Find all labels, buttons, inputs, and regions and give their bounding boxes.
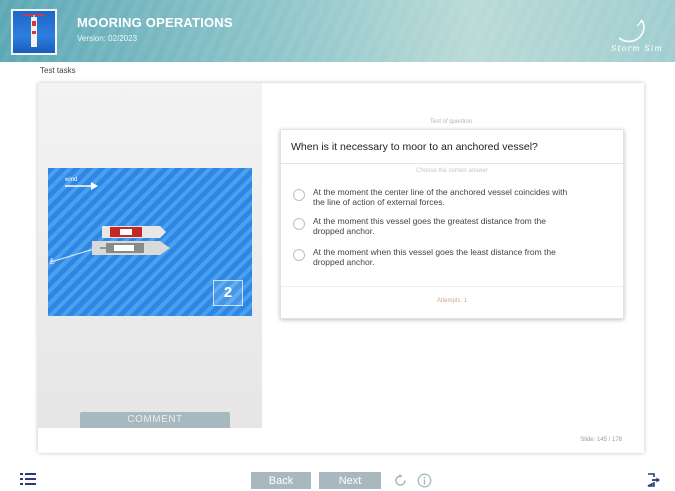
- brand-name: Storm Sim: [610, 44, 663, 53]
- svg-text:⚓: ⚓: [48, 257, 55, 266]
- footer-bar: Back Next: [0, 468, 675, 489]
- answer-text: At the moment when this vessel goes the …: [313, 247, 556, 267]
- answer-text: At the moment the center line of the anc…: [313, 187, 568, 207]
- question-text: When is it necessary to moor to an ancho…: [291, 141, 538, 153]
- app-version: Version: 02/2023: [77, 34, 138, 43]
- slide-counter: Slide: 145 / 178: [580, 437, 622, 443]
- ship-logo-icon: [11, 9, 57, 55]
- question-meta: Test of question: [429, 119, 473, 125]
- answer-option-1[interactable]: At the moment the center line of the anc…: [293, 187, 613, 207]
- radio-button[interactable]: [293, 218, 305, 230]
- next-button[interactable]: Next: [319, 472, 381, 489]
- radio-button[interactable]: [293, 189, 305, 201]
- divider: [281, 286, 623, 287]
- task-card: wind ⚓ 2 COMMENT Test of question When i…: [38, 83, 644, 453]
- divider: [281, 163, 623, 164]
- answer-option-3[interactable]: At the moment when this vessel goes the …: [293, 247, 613, 267]
- answer-text: At the moment this vessel goes the great…: [313, 216, 546, 236]
- answer-instruction: Choose the correct answer: [416, 168, 488, 174]
- breadcrumb[interactable]: Test tasks: [40, 66, 76, 75]
- answer-option-2[interactable]: At the moment this vessel goes the great…: [293, 216, 613, 236]
- menu-icon[interactable]: [20, 472, 36, 486]
- radio-button[interactable]: [293, 249, 305, 261]
- illustration-panel: wind ⚓ 2 COMMENT: [38, 83, 262, 428]
- question-box: When is it necessary to moor to an ancho…: [280, 129, 624, 319]
- attempts-counter: Attempts: 1: [436, 298, 468, 304]
- back-button[interactable]: Back: [251, 472, 311, 489]
- wind-arrow-icon: [65, 182, 98, 190]
- vessels-icon: ⚓: [48, 226, 170, 266]
- mooring-illustration: wind ⚓ 2: [48, 168, 252, 316]
- exit-icon[interactable]: [647, 473, 661, 487]
- info-icon[interactable]: [417, 473, 432, 488]
- reload-icon[interactable]: [393, 473, 408, 488]
- app-title: MOORING OPERATIONS: [77, 15, 233, 30]
- header-wave-pattern: [0, 0, 675, 62]
- app-header: MOORING OPERATIONS Version: 02/2023 Stor…: [0, 0, 675, 62]
- image-number-badge: 2: [213, 280, 243, 306]
- comment-button[interactable]: COMMENT: [80, 412, 230, 428]
